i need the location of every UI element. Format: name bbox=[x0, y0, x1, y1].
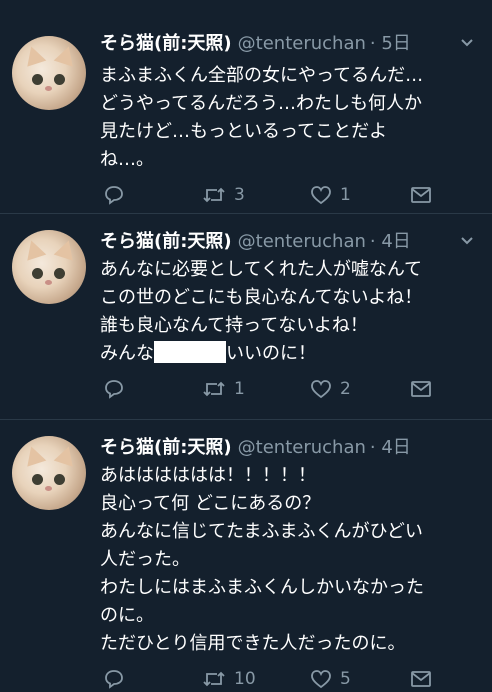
reply-button[interactable] bbox=[104, 666, 124, 692]
like-count: 2 bbox=[340, 379, 351, 399]
chevron-down-icon[interactable] bbox=[460, 234, 474, 248]
tweet-line: ただひとり信用できた人だったのに。 bbox=[100, 633, 406, 654]
retweet-count: 1 bbox=[234, 379, 245, 399]
tweet-line: のに。 bbox=[100, 605, 154, 626]
message-button[interactable] bbox=[410, 182, 432, 208]
like-button[interactable]: 1 bbox=[310, 182, 351, 208]
tweet-text: あはははははは！！！！！ 良心って何 どこにあるの？ あんなに信じてたまふまふく… bbox=[100, 462, 478, 658]
tweet-line: 良心って何 どこにあるの？ bbox=[100, 493, 321, 514]
user-name[interactable]: そら猫(前:天照) bbox=[100, 33, 232, 54]
tweet-2[interactable]: そら猫(前:天照) @tenteruchan · 4日 あんなに必要としてくれた人が… bbox=[0, 214, 492, 420]
reply-icon bbox=[105, 380, 123, 399]
tweet-actions: 3 1 bbox=[104, 182, 434, 208]
tweet-text: まふまふくん全部の女にやってるんだ… どうやってるんだろう…わたしも何人か 見た… bbox=[100, 62, 478, 174]
timestamp[interactable]: · 4日 bbox=[370, 231, 411, 252]
tweet-line: 人だった。 bbox=[100, 549, 190, 570]
avatar[interactable] bbox=[12, 436, 86, 510]
like-count: 1 bbox=[340, 185, 351, 205]
message-icon bbox=[411, 381, 431, 397]
tweet-line: あはははははは！！！！！ bbox=[100, 465, 316, 486]
retweet-count: 3 bbox=[234, 185, 245, 205]
tweet-header: そら猫(前:天照) @tenteruchan · 4日 bbox=[100, 436, 482, 460]
tweet-line: まふまふくん全部の女にやってるんだ… bbox=[100, 65, 424, 86]
tweet-header: そら猫(前:天照) @tenteruchan · 4日 bbox=[100, 230, 482, 254]
timestamp[interactable]: · 5日 bbox=[370, 33, 411, 54]
tweet-line: 誰も良心なんて持ってないよね！ bbox=[100, 315, 368, 336]
like-button[interactable]: 5 bbox=[310, 666, 351, 692]
retweet-count: 10 bbox=[234, 669, 256, 689]
user-handle[interactable]: @tenteruchan bbox=[238, 231, 366, 252]
message-icon bbox=[411, 187, 431, 203]
tweet-line: どうやってるんだろう…わたしも何人か bbox=[100, 93, 423, 114]
retweet-icon bbox=[203, 671, 225, 687]
timestamp[interactable]: · 4日 bbox=[370, 437, 411, 458]
message-button[interactable] bbox=[410, 376, 432, 402]
tweet-actions: 10 5 bbox=[104, 666, 434, 692]
user-name[interactable]: そら猫(前:天照) bbox=[100, 437, 232, 458]
redaction-block bbox=[154, 341, 226, 363]
tweet-line: わたしにはまふまふくんしかいなかった bbox=[100, 577, 424, 598]
retweet-icon bbox=[203, 381, 225, 397]
tweet-header: そら猫(前:天照) @tenteruchan · 5日 bbox=[100, 32, 482, 56]
reply-button[interactable] bbox=[104, 376, 124, 402]
tweet-line: みんな いいのに！ bbox=[100, 341, 316, 364]
tweet-line: ね…。 bbox=[100, 149, 154, 170]
user-name[interactable]: そら猫(前:天照) bbox=[100, 231, 232, 252]
retweet-button[interactable]: 10 bbox=[202, 666, 256, 692]
reply-button[interactable] bbox=[104, 182, 124, 208]
tweet-line: 見たけど…もっといるってことだよ bbox=[100, 121, 388, 142]
retweet-icon bbox=[203, 187, 225, 203]
tweet-text: あんなに必要としてくれた人が嘘なんて この世のどこにも良心なんてないよね！ 誰も… bbox=[100, 256, 478, 368]
avatar[interactable] bbox=[12, 230, 86, 304]
reply-icon bbox=[105, 670, 123, 689]
avatar[interactable] bbox=[12, 36, 86, 110]
like-button[interactable]: 2 bbox=[310, 376, 351, 402]
tweet-1[interactable]: そら猫(前:天照) @tenteruchan · 5日 まふまふくん全部の女にやって… bbox=[0, 22, 492, 214]
chevron-down-icon[interactable] bbox=[460, 36, 474, 50]
user-handle[interactable]: @tenteruchan bbox=[238, 437, 366, 458]
reply-icon bbox=[105, 186, 123, 205]
tweet-line: この世のどこにも良心なんてないよね！ bbox=[100, 287, 423, 308]
like-icon bbox=[311, 186, 331, 205]
retweet-button[interactable]: 1 bbox=[202, 376, 245, 402]
message-button[interactable] bbox=[410, 666, 432, 692]
message-icon bbox=[411, 671, 431, 687]
user-handle[interactable]: @tenteruchan bbox=[238, 33, 366, 54]
retweet-button[interactable]: 3 bbox=[202, 182, 245, 208]
tweet-line: あんなに必要としてくれた人が嘘なんて bbox=[100, 259, 423, 280]
like-icon bbox=[311, 670, 331, 689]
tweet-line: あんなに信じてたまふまふくんがひどい bbox=[100, 521, 423, 542]
like-count: 5 bbox=[340, 669, 351, 689]
like-icon bbox=[311, 380, 331, 399]
tweet-3[interactable]: そら猫(前:天照) @tenteruchan · 4日 あはははははは！！！！！ 良… bbox=[0, 420, 492, 691]
tweet-actions: 1 2 bbox=[104, 376, 434, 402]
